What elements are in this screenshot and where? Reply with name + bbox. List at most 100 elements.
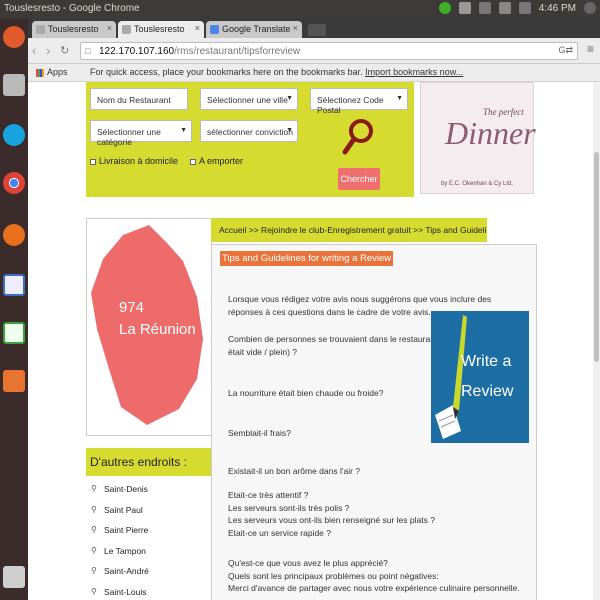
place-link[interactable]: ⚲ Saint Paul: [86, 505, 212, 526]
software-center-icon[interactable]: [3, 370, 25, 392]
ubuntu-dash-icon[interactable]: [3, 26, 25, 48]
checkbox-box[interactable]: [190, 158, 196, 165]
category-select-label: Sélectionner une catégorie: [97, 127, 161, 147]
close-icon[interactable]: ×: [107, 23, 112, 33]
text-line: Etait-ce un service rapide ?: [228, 527, 331, 538]
place-link[interactable]: ⚲ Saint-Louis: [86, 587, 212, 600]
power-icon[interactable]: [584, 2, 596, 14]
write-a-review-badge[interactable]: Write a Review: [431, 311, 529, 443]
skype-icon[interactable]: [3, 124, 25, 146]
postal-select-label: Sélectionez Code Postal: [317, 95, 384, 115]
question-aroma: Existait-il un bon arôme dans l'air ?: [228, 465, 360, 478]
map-pin-icon: ⚲: [91, 484, 97, 493]
checkbox-box[interactable]: [90, 158, 96, 165]
files-icon[interactable]: [3, 74, 25, 96]
place-label: Saint Pierre: [104, 525, 149, 535]
calc-icon[interactable]: [3, 322, 25, 344]
question-service: Etait-ce très attentif ? Les serveurs so…: [228, 489, 435, 539]
text-line: Les serveurs sont-ils très polis ?: [228, 502, 350, 513]
text-line: Existait-il un bon arôme dans l'air ?: [228, 466, 361, 476]
network-icon[interactable]: [458, 2, 471, 14]
tips-content: Tips and Guidelines for writing a Review…: [211, 244, 537, 600]
update-icon[interactable]: [438, 2, 451, 14]
takeaway-checkbox[interactable]: A emporter: [190, 156, 243, 166]
place-label: Saint Paul: [104, 504, 143, 515]
clock[interactable]: 4:46 PM: [539, 3, 576, 14]
chevron-down-icon: ▼: [396, 95, 403, 102]
question-temperature: La nourriture était bien chaude ou froid…: [228, 387, 383, 400]
translate-page-icon[interactable]: G⇄: [558, 45, 573, 56]
tab-touslesresto-1[interactable]: Touslesresto ×: [32, 21, 116, 38]
firefox-icon[interactable]: [3, 224, 25, 246]
place-label: Saint-André: [104, 566, 149, 576]
page-info-icon[interactable]: □: [85, 46, 90, 56]
place-link[interactable]: ⚲ Le Tampon: [86, 546, 212, 567]
volume-icon[interactable]: [518, 2, 531, 14]
place-link[interactable]: ⚲ Saint Pierre: [86, 525, 212, 546]
translate-favicon-icon: [210, 25, 219, 34]
tab-label: Google Translate: [222, 24, 291, 34]
tab-touslesresto-2[interactable]: Touslesresto ×: [118, 21, 204, 38]
text-line: Quels sont les principaux problèmes ou p…: [228, 570, 439, 581]
trash-icon[interactable]: [3, 566, 25, 588]
chevron-down-icon: ▼: [286, 127, 293, 134]
map-pin-icon: ⚲: [91, 525, 97, 534]
chrome-menu-icon[interactable]: ≡: [587, 42, 594, 56]
tab-google-translate[interactable]: Google Translate ×: [206, 21, 302, 38]
dinner-ad-banner[interactable]: The perfect Dinner by E.C. Okenhan & Cy …: [420, 82, 536, 194]
bookmarks-hint-text: For quick access, place your bookmarks h…: [90, 67, 363, 77]
city-select[interactable]: Sélectionner une ville ▼: [200, 88, 298, 110]
region-map[interactable]: 974 La Réunion: [86, 218, 212, 436]
map-pin-icon: ⚲: [91, 545, 97, 555]
places-list: ⚲ Saint-Denis ⚲ Saint Paul ⚲ Saint Pierre ⚲…: [86, 484, 212, 600]
reload-icon[interactable]: ↻: [60, 44, 69, 57]
text-line: Etait-ce très attentif ?: [228, 490, 309, 500]
other-places-heading: D'autres endroits :: [86, 448, 212, 476]
import-bookmarks-link[interactable]: Import bookmarks now...: [365, 67, 463, 77]
url-host: 122.170.107.160: [99, 46, 175, 57]
apps-shortcut[interactable]: Apps: [36, 67, 68, 77]
delivery-label: Livraison à domicile: [99, 156, 179, 166]
bookmarks-hint: For quick access, place your bookmarks h…: [90, 67, 463, 77]
unity-launcher: [0, 18, 28, 600]
apps-grid-icon: [36, 68, 44, 77]
text-line: Qu'est-ce que vous avez le plus apprécié…: [228, 558, 388, 568]
os-top-bar: Touslesresto - Google Chrome 4:46 PM: [0, 0, 600, 18]
close-icon[interactable]: ×: [293, 23, 298, 33]
browser-toolbar: ‹ › ↻ □ 122.170.107.160/rms/restaurant/t…: [28, 38, 600, 64]
keyboard-icon[interactable]: [478, 2, 491, 14]
new-tab-button[interactable]: [308, 24, 326, 36]
search-button[interactable]: Chercher: [338, 168, 380, 190]
place-link[interactable]: ⚲ Saint-Denis: [86, 484, 212, 505]
conviction-select[interactable]: sélectionner conviction ▼: [200, 120, 298, 142]
place-label: Saint-Louis: [104, 586, 147, 597]
chevron-down-icon: ▼: [180, 127, 187, 134]
breadcrumb[interactable]: Accueil >> Rejoindre le club-Enregistrem…: [211, 218, 487, 242]
map-pin-icon: ⚲: [91, 586, 97, 596]
page-title: Tips and Guidelines for writing a Review: [220, 251, 394, 266]
question-freshness: Semblait-il frais?: [228, 427, 291, 440]
bookmarks-bar: Apps For quick access, place your bookma…: [28, 64, 600, 82]
forward-arrow-icon[interactable]: ›: [46, 43, 50, 58]
chrome-icon[interactable]: [3, 172, 25, 194]
page-favicon-icon: [36, 25, 45, 34]
badge-line-2: Review: [461, 383, 514, 400]
badge-line-1: Write a: [461, 353, 512, 370]
close-icon[interactable]: ×: [195, 23, 200, 33]
restaurant-name-input[interactable]: Nom du Restaurant: [90, 88, 188, 110]
battery-icon[interactable]: [498, 2, 511, 14]
tab-strip: Touslesresto × Touslesresto × Google Tra…: [28, 18, 600, 38]
page-scrollbar[interactable]: [593, 82, 600, 600]
apps-label: Apps: [47, 67, 68, 77]
place-link[interactable]: ⚲ Saint-André: [86, 566, 212, 587]
conviction-select-label: sélectionner conviction: [207, 127, 293, 137]
delivery-checkbox[interactable]: Livraison à domicile: [90, 156, 178, 166]
category-select[interactable]: Sélectionner une catégorie ▼: [90, 120, 192, 147]
ad-byline: by E.C. Okenhan & Cy Ltd.: [441, 181, 514, 187]
scrollbar-thumb[interactable]: [594, 152, 599, 362]
address-bar[interactable]: □ 122.170.107.160/rms/restaurant/tipsfor…: [80, 42, 578, 60]
back-arrow-icon[interactable]: ‹: [32, 43, 36, 58]
writer-icon[interactable]: [3, 274, 25, 296]
text-line: La nourriture était bien chaude ou froid…: [228, 388, 384, 398]
postal-code-select[interactable]: Sélectionez Code Postal ▼: [310, 88, 408, 115]
